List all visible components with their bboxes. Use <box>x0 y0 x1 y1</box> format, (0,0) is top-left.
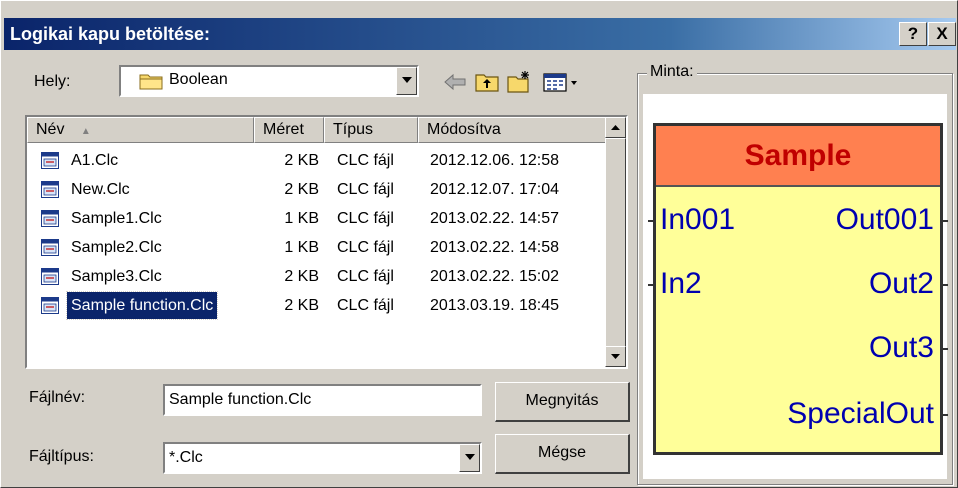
file-type: CLC fájl <box>337 181 394 198</box>
file-size: 2 KB <box>284 268 319 285</box>
folder-icon <box>139 74 163 90</box>
gate-title: Sample <box>656 126 940 187</box>
gate-input-pin: In2 <box>660 267 702 300</box>
filetype-value: *.Clc <box>169 449 203 466</box>
close-button[interactable]: X <box>928 22 956 46</box>
filename-input[interactable]: Sample function.Clc <box>163 384 482 416</box>
column-header-modified[interactable]: Módosítva <box>418 117 608 143</box>
preview-label: Minta: <box>647 63 697 81</box>
file-name: Sample3.Clc <box>71 268 162 285</box>
file-size: 2 KB <box>284 152 319 169</box>
file-name: A1.Clc <box>71 152 119 169</box>
file-modified: 2012.12.06. 12:58 <box>430 152 560 169</box>
new-folder-icon[interactable] <box>505 69 533 95</box>
back-arrow-icon[interactable] <box>441 69 469 95</box>
gate-output-pin: SpecialOut <box>787 397 934 430</box>
gate-output-pin: Out001 <box>835 203 934 236</box>
input-pin-stub <box>648 284 656 286</box>
clc-file-icon <box>41 268 59 285</box>
clc-file-icon <box>41 210 59 227</box>
file-row[interactable]: Sample3.Clc 2 KB CLC fájl 2013.02.22. 15:02 <box>27 263 607 290</box>
file-row[interactable]: Sample2.Clc 1 KB CLC fájl 2013.02.22. 14:58 <box>27 234 607 261</box>
file-list[interactable]: Név ▲ Méret Típus Módosítva A1.Clc 2 KB CL… <box>25 115 628 369</box>
location-value: Boolean <box>169 71 228 88</box>
view-menu-icon[interactable] <box>541 69 581 95</box>
help-button[interactable]: ? <box>899 22 927 46</box>
clc-file-icon <box>41 297 59 314</box>
file-modified: 2013.02.22. 14:58 <box>430 239 560 256</box>
file-size: 1 KB <box>284 239 319 256</box>
gate-output-pin: Out2 <box>868 267 934 300</box>
location-combo[interactable]: Boolean <box>119 65 419 97</box>
column-header-name[interactable]: Név ▲ <box>27 117 254 143</box>
file-modified: 2013.02.22. 15:02 <box>430 268 560 285</box>
scroll-up-button[interactable] <box>605 117 626 138</box>
output-pin-stub <box>940 284 948 286</box>
file-size: 2 KB <box>284 181 319 198</box>
sort-ascending-icon: ▲ <box>80 126 91 137</box>
clc-file-icon <box>41 181 59 198</box>
file-row[interactable]: Sample function.Clc 2 KB CLC fájl 2013.03.1… <box>27 291 607 320</box>
file-modified: 2012.12.07. 17:04 <box>430 181 560 198</box>
clc-file-icon <box>41 152 59 169</box>
file-type: CLC fájl <box>337 297 394 314</box>
column-header-size[interactable]: Méret <box>254 117 324 143</box>
gate-output-pin: Out3 <box>868 331 934 364</box>
file-size: 1 KB <box>284 210 319 227</box>
scroll-thumb[interactable] <box>605 138 626 348</box>
file-row[interactable]: A1.Clc 2 KB CLC fájl 2012.12.06. 12:58 <box>27 147 607 174</box>
file-modified: 2013.03.19. 18:45 <box>430 297 560 314</box>
scroll-up-icon <box>611 125 620 130</box>
input-pin-stub <box>648 220 656 222</box>
file-row[interactable]: Sample1.Clc 1 KB CLC fájl 2013.02.22. 14:57 <box>27 205 607 232</box>
file-modified: 2013.02.22. 14:57 <box>430 210 560 227</box>
filetype-dropdown-button[interactable] <box>459 444 480 472</box>
location-label: Hely: <box>34 73 71 90</box>
scroll-down-button[interactable] <box>605 346 626 367</box>
file-type: CLC fájl <box>337 239 394 256</box>
gate-input-pin: In001 <box>660 203 736 236</box>
window-title: Logikai kapu betöltése: <box>10 24 211 44</box>
open-gate-dialog: Logikai kapu betöltése: ? X Hely: Boolea… <box>0 0 958 488</box>
clc-file-icon <box>41 239 59 256</box>
file-name: New.Clc <box>71 181 130 198</box>
open-button[interactable]: Megnyitás <box>495 382 630 422</box>
file-name: Sample1.Clc <box>71 210 162 227</box>
scroll-down-icon <box>611 354 620 359</box>
location-dropdown-button[interactable] <box>396 67 417 95</box>
up-folder-icon[interactable] <box>473 69 501 95</box>
filetype-select[interactable]: *.Clc <box>163 442 482 474</box>
file-size: 2 KB <box>284 297 319 314</box>
file-name: Sample function.Clc <box>65 291 219 320</box>
logic-gate-preview: Sample In001 In2 Out001 Out2 Out3 Specia… <box>648 123 948 455</box>
filetype-label: Fájltípus: <box>29 448 94 465</box>
title-bar: Logikai kapu betöltése: <box>4 18 956 50</box>
file-type: CLC fájl <box>337 268 394 285</box>
filename-value: Sample function.Clc <box>169 391 312 408</box>
file-list-scrollbar[interactable] <box>605 117 626 367</box>
output-pin-stub <box>940 348 948 350</box>
filename-label: Fájlnév: <box>29 389 86 406</box>
cancel-button[interactable]: Mégse <box>495 434 630 474</box>
file-name: Sample2.Clc <box>71 239 162 256</box>
file-type: CLC fájl <box>337 210 394 227</box>
column-header-type[interactable]: Típus <box>324 117 418 143</box>
output-pin-stub <box>940 414 948 416</box>
file-type: CLC fájl <box>337 152 394 169</box>
output-pin-stub <box>940 220 948 222</box>
file-row[interactable]: New.Clc 2 KB CLC fájl 2012.12.07. 17:04 <box>27 176 607 203</box>
